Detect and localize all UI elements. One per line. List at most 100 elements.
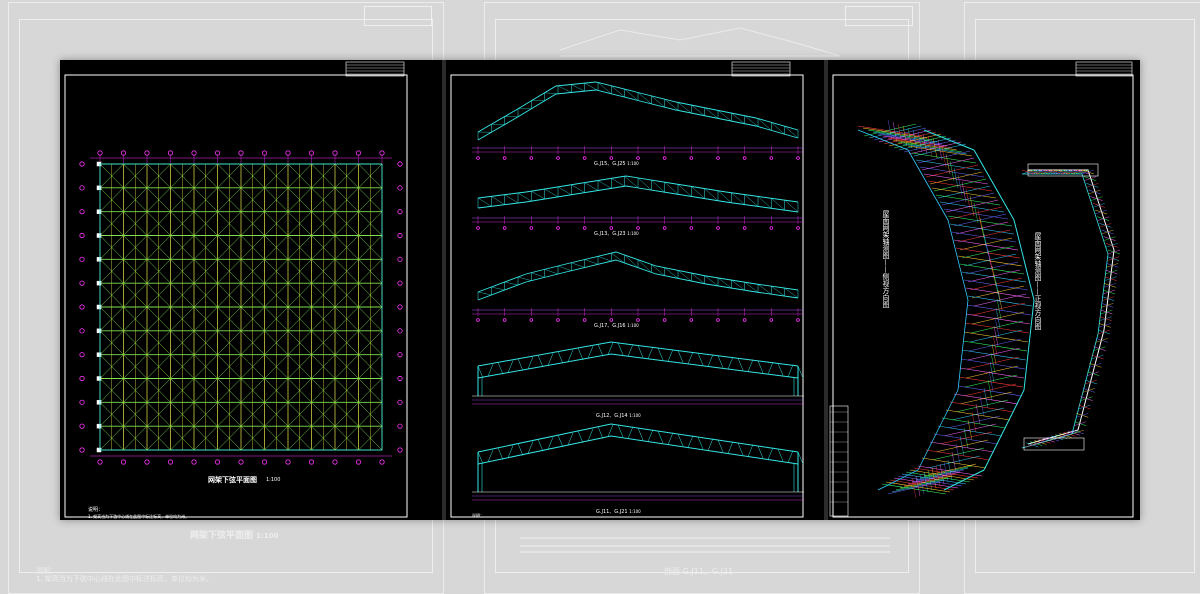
- axis-bubble: [239, 151, 243, 155]
- axis-bubble: [98, 151, 102, 155]
- space-frame-plan-drawing: [60, 60, 442, 520]
- axis-bubble: [215, 460, 219, 464]
- axis-bubble: [797, 227, 800, 230]
- axis-bubble: [356, 460, 360, 464]
- axis-bubble: [398, 376, 402, 380]
- axis-bubble: [690, 319, 693, 322]
- axis-bubble: [80, 209, 84, 213]
- axis-bubble: [797, 319, 800, 322]
- axonometric-side-label: 屋面网架轴测图——侧视方向图: [882, 210, 889, 330]
- axis-bubble: [503, 157, 506, 160]
- axis-bubble: [637, 227, 640, 230]
- axis-bubble: [690, 157, 693, 160]
- truss-caption: G.J17、G.J16 1:100: [594, 324, 639, 329]
- axis-bubble: [797, 157, 800, 160]
- side-view-chord: [918, 390, 958, 470]
- axis-bubble: [717, 157, 720, 160]
- side-view-chord: [974, 150, 1014, 220]
- axis-bubble: [663, 319, 666, 322]
- axis-bubble: [557, 319, 560, 322]
- axis-bubble: [398, 209, 402, 213]
- axis-bubble: [743, 157, 746, 160]
- axis-bubble: [398, 352, 402, 356]
- axis-bubble: [398, 186, 402, 190]
- axis-bubble: [530, 319, 533, 322]
- axis-bubble: [80, 400, 84, 404]
- axis-bubble: [192, 151, 196, 155]
- axis-bubble: [80, 352, 84, 356]
- axis-bubble: [121, 151, 125, 155]
- axis-bubble: [333, 151, 337, 155]
- axis-bubble: [717, 227, 720, 230]
- axis-bubble: [583, 157, 586, 160]
- drawing-collage: 网架下弦平面图 1:100 说明： 1. 架高当为下弦中心线在此图中标注标高，单…: [60, 60, 1140, 520]
- axis-bubble: [557, 227, 560, 230]
- axis-bubble: [530, 227, 533, 230]
- axonometric-drawing: [828, 60, 1140, 520]
- axis-bubble: [333, 460, 337, 464]
- panel-truss-elevations: G.J15、G.J25 1:100 G.J13、G.J23 1:100 G.J1…: [446, 60, 824, 520]
- axis-bubble: [262, 460, 266, 464]
- truss-caption: G.J13、G.J23 1:100: [594, 232, 639, 237]
- axis-bubble: [398, 400, 402, 404]
- axis-bubble: [145, 460, 149, 464]
- axis-bubble: [398, 424, 402, 428]
- axis-bubble: [309, 460, 313, 464]
- axis-bubble: [398, 329, 402, 333]
- axis-bubble: [557, 157, 560, 160]
- front-view-bottom-cap: [1024, 438, 1084, 450]
- truss-b-bottom-chord: [478, 186, 798, 212]
- axis-bubble: [503, 319, 506, 322]
- side-view-chord: [958, 300, 968, 390]
- axis-bubble: [215, 151, 219, 155]
- plan-title: 网架下弦平面图: [208, 477, 257, 484]
- axis-bubble: [770, 157, 773, 160]
- axis-bubble: [80, 186, 84, 190]
- truss-caption: G.J15、G.J25 1:100: [594, 162, 639, 167]
- axis-bubble: [168, 151, 172, 155]
- axis-bubble: [168, 460, 172, 464]
- axis-bubble: [380, 460, 384, 464]
- axis-bubble: [356, 151, 360, 155]
- sheet-border: [65, 75, 407, 517]
- axis-bubble: [610, 157, 613, 160]
- axis-bubble: [80, 233, 84, 237]
- axis-bubble: [121, 460, 125, 464]
- axis-bubble: [145, 151, 149, 155]
- axis-bubble: [743, 319, 746, 322]
- axis-bubble: [398, 448, 402, 452]
- plan-note-1: 1. 架高当为下弦中心线在此图中标注标高，单位均为米。: [88, 515, 189, 519]
- axis-bubble: [80, 424, 84, 428]
- truss-elevations-drawing: [446, 60, 824, 520]
- axis-bubble: [583, 227, 586, 230]
- axis-bubble: [770, 319, 773, 322]
- plan-scale: 1:100: [266, 478, 280, 483]
- truss-e-bottom-chord: [478, 436, 798, 464]
- axis-bubble: [583, 319, 586, 322]
- axis-bubble: [80, 305, 84, 309]
- axis-bubble: [477, 227, 480, 230]
- truss-caption: G.J12、G.J14 1:100: [596, 414, 641, 419]
- axis-bubble: [610, 319, 613, 322]
- sheet-border: [833, 75, 1133, 517]
- axis-bubble: [637, 157, 640, 160]
- plan-notes-heading: 说明：: [88, 508, 103, 513]
- axis-bubble: [192, 460, 196, 464]
- truss-caption: G.J11、G.J21 1:100: [596, 510, 641, 515]
- axis-bubble: [663, 227, 666, 230]
- axis-bubble: [80, 257, 84, 261]
- axis-bubble: [380, 151, 384, 155]
- axis-bubble: [477, 157, 480, 160]
- axis-bubble: [610, 227, 613, 230]
- axis-bubble: [98, 460, 102, 464]
- axis-bubble: [80, 376, 84, 380]
- axis-bubble: [717, 319, 720, 322]
- side-view-chord: [878, 470, 918, 490]
- truss-notes-heading: 说明：: [472, 514, 484, 518]
- axis-bubble: [503, 227, 506, 230]
- axis-bubble: [286, 460, 290, 464]
- axis-bubble: [80, 329, 84, 333]
- axis-bubble: [239, 460, 243, 464]
- axis-bubble: [690, 227, 693, 230]
- axis-bubble: [80, 281, 84, 285]
